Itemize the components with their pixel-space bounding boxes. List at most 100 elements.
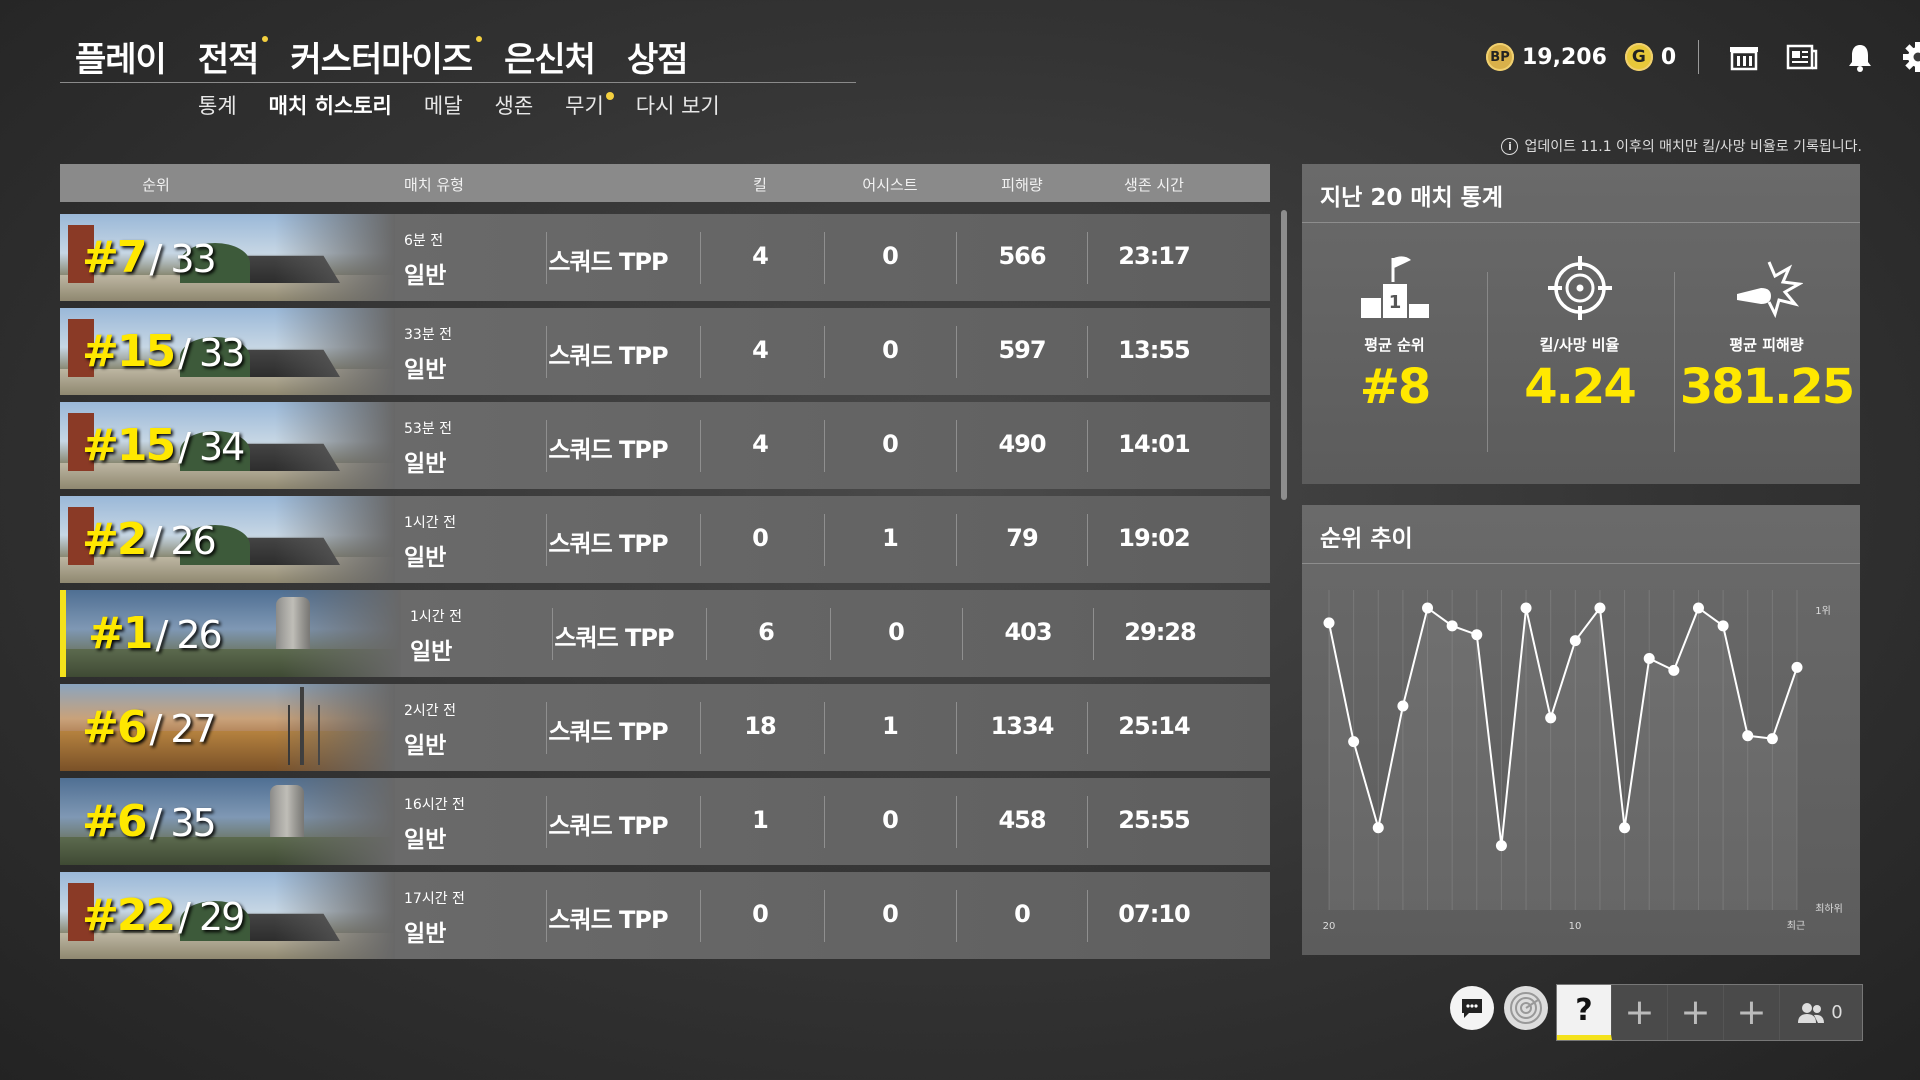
col-match-type: 매치 유형 <box>404 176 464 194</box>
party-button[interactable]: 0 <box>1780 985 1860 1040</box>
survival-time: 25:14 <box>1118 712 1190 740</box>
match-mode: 일반 <box>404 545 447 571</box>
y-bottom-label: 최하위 <box>1815 902 1843 915</box>
nav-divider <box>60 82 856 83</box>
divider <box>1087 514 1088 566</box>
placement-rank: #15 <box>82 420 176 471</box>
divider <box>706 608 707 660</box>
add-member-slot[interactable]: + <box>1612 985 1668 1040</box>
placement-rank: #1 <box>88 608 153 659</box>
trend-point <box>1619 822 1631 834</box>
kills: 4 <box>752 336 769 364</box>
survival-time: 07:10 <box>1118 900 1190 928</box>
match-row[interactable]: #15/ 33 33분 전 일반 스쿼드 TPP 4 0 597 13:55 <box>60 308 1270 395</box>
news-icon[interactable] <box>1785 40 1819 74</box>
rank-trend-chart: 1위 최하위 20 10 최근 <box>1323 590 1843 932</box>
col-survival: 생존 시간 <box>1124 176 1184 194</box>
tab-match-history[interactable]: 매치 히스토리 <box>269 90 392 120</box>
trend-point <box>1766 733 1778 745</box>
store-icon[interactable] <box>1727 40 1761 74</box>
table-header: 순위 매치 유형 킬 어시스트 피해량 생존 시간 <box>60 164 1270 202</box>
match-row[interactable]: #6/ 35 16시간 전 일반 스쿼드 TPP 1 0 458 25:55 <box>60 778 1270 865</box>
placement-total: / 29 <box>178 895 245 939</box>
kills: 0 <box>752 524 769 552</box>
placement: #15/ 34 <box>82 420 245 471</box>
nav-play[interactable]: 플레이 <box>75 32 167 81</box>
trend-point <box>1668 664 1680 676</box>
nav-records[interactable]: 전적 <box>198 32 269 81</box>
match-row[interactable]: #1/ 26 1시간 전 일반 스쿼드 TPP 6 0 403 29:28 <box>60 590 1270 677</box>
damage: 79 <box>1006 524 1038 552</box>
divider <box>824 796 825 848</box>
divider <box>956 514 957 566</box>
divider <box>700 232 701 284</box>
match-type: 스쿼드 TPP <box>554 624 674 652</box>
kills: 4 <box>752 430 769 458</box>
divider <box>962 608 963 660</box>
help-slot[interactable]: ? <box>1557 985 1612 1040</box>
notification-dot <box>476 36 483 42</box>
trend-point <box>1569 635 1581 647</box>
tab-stats[interactable]: 통계 <box>198 90 237 120</box>
placement-rank: #6 <box>82 702 147 753</box>
col-kills: 킬 <box>753 176 767 194</box>
add-member-slot[interactable]: + <box>1724 985 1780 1040</box>
tab-survival[interactable]: 생존 <box>495 90 534 120</box>
match-mode: 일반 <box>404 263 447 289</box>
stat-kd: 킬/사망 비율 4.24 <box>1487 254 1672 415</box>
match-time-ago: 53분 전 <box>404 421 453 437</box>
divider <box>824 890 825 942</box>
kills: 18 <box>744 712 776 740</box>
radar-button[interactable] <box>1504 986 1548 1030</box>
match-mode: 일반 <box>404 733 447 759</box>
g-coin-icon: G <box>1624 43 1653 71</box>
nav-hideout[interactable]: 은신처 <box>504 32 596 81</box>
placement-rank: #7 <box>82 232 147 283</box>
divider <box>824 702 825 754</box>
trend-point <box>1397 700 1409 712</box>
match-row[interactable]: #2/ 26 1시간 전 일반 스쿼드 TPP 0 1 79 19:02 <box>60 496 1270 583</box>
info-icon: i <box>1501 137 1519 155</box>
match-row[interactable]: #6/ 27 2시간 전 일반 스쿼드 TPP 18 1 1334 25:14 <box>60 684 1270 771</box>
match-time-ago: 1시간 전 <box>410 609 462 625</box>
add-member-slot[interactable]: + <box>1668 985 1724 1040</box>
nav-store[interactable]: 상점 <box>627 32 689 81</box>
trend-point <box>1323 617 1335 629</box>
match-row[interactable]: #7/ 33 6분 전 일반 스쿼드 TPP 4 0 566 23:17 <box>60 214 1270 301</box>
match-row[interactable]: #15/ 34 53분 전 일반 스쿼드 TPP 4 0 490 14:01 <box>60 402 1270 489</box>
nav-customize[interactable]: 커스터마이즈 <box>290 32 483 81</box>
tab-replays[interactable]: 다시 보기 <box>636 90 720 120</box>
divider <box>956 420 957 472</box>
match-mode: 일반 <box>410 639 453 665</box>
col-damage: 피해량 <box>1001 176 1043 194</box>
stat-avg-rank: 1 평균 순위 #8 <box>1302 254 1487 415</box>
assists: 0 <box>882 430 899 458</box>
trend-point <box>1594 602 1606 614</box>
kd-value: 4.24 <box>1524 359 1636 415</box>
placement: #7/ 33 <box>82 232 217 283</box>
divider <box>546 796 547 848</box>
assists: 0 <box>882 806 899 834</box>
damage: 597 <box>998 336 1046 364</box>
placement-total: / 35 <box>149 801 216 845</box>
assists: 0 <box>882 242 899 270</box>
divider <box>546 326 547 378</box>
trend-point <box>1692 602 1704 614</box>
scrollbar[interactable] <box>1281 210 1287 500</box>
divider <box>552 608 553 660</box>
bell-icon[interactable] <box>1843 40 1877 74</box>
gear-icon[interactable] <box>1901 40 1920 74</box>
divider <box>546 514 547 566</box>
match-row[interactable]: #22/ 29 17시간 전 일반 스쿼드 TPP 0 0 0 07:10 <box>60 872 1270 959</box>
match-type: 스쿼드 TPP <box>548 248 668 276</box>
assists: 1 <box>882 712 899 740</box>
divider <box>700 796 701 848</box>
tab-medals[interactable]: 메달 <box>424 90 463 120</box>
chat-button[interactable] <box>1450 986 1494 1030</box>
damage: 403 <box>1004 618 1052 646</box>
crosshair-icon <box>1547 256 1612 320</box>
x-right-label: 최근 <box>1787 920 1805 932</box>
sub-nav: 통계 매치 히스토리 메달 생존 무기 다시 보기 <box>198 90 752 120</box>
trend-point <box>1422 602 1434 614</box>
tab-weapons[interactable]: 무기 <box>565 90 614 120</box>
